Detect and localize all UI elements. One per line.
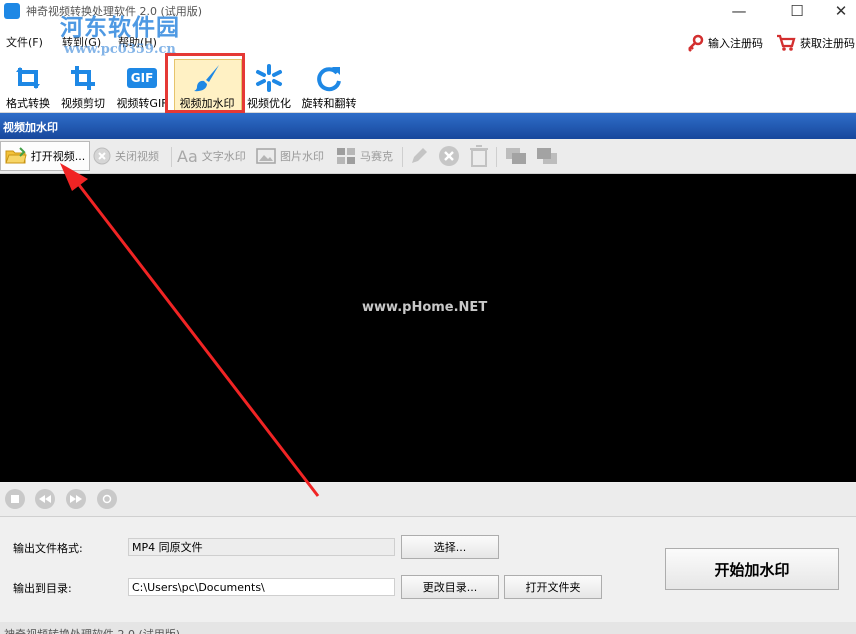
stop-button[interactable] [5,489,25,509]
section-header: 视频加水印 [0,113,856,139]
crop-icon [68,63,98,93]
rewind-icon [39,495,51,503]
tool-label: 视频优化 [247,97,291,110]
menu-file[interactable]: 文件(F) [6,34,43,50]
rewind-button[interactable] [35,489,55,509]
close-button[interactable]: ✕ [818,0,856,22]
stop-icon [11,495,19,503]
record-icon [102,494,112,504]
site-watermark-logo: 河东软件园 [60,14,180,41]
key-icon [688,34,704,52]
delete-circle-icon [439,146,459,166]
forward-button[interactable] [66,489,86,509]
rotate-icon [314,63,344,93]
playback-bar [0,483,856,516]
tool-label: 视频剪切 [61,97,105,110]
tool-format-convert[interactable]: 格式转换 [2,60,54,112]
tool-video-optimize[interactable]: 视频优化 [242,60,296,112]
text-watermark-button[interactable]: Aa 文字水印 [177,143,246,169]
choose-format-button[interactable]: 选择... [401,535,499,559]
separator [402,147,403,167]
tool-rotate-flip[interactable]: 旋转和翻转 [298,60,360,112]
mosaic-icon [337,148,355,164]
open-folder-button[interactable]: 打开文件夹 [504,575,602,599]
text-icon: Aa [177,146,198,166]
layer-front-icon [506,148,526,164]
clear-button[interactable] [469,143,489,169]
separator [171,147,172,167]
mosaic-button[interactable]: 马赛克 [336,143,393,169]
send-backward-button[interactable] [535,143,559,169]
output-directory-field[interactable]: C:\Users\pc\Documents\ [128,578,395,596]
section-title: 视频加水印 [3,121,58,134]
close-video-label: 关闭视频 [115,150,159,163]
optimize-icon [254,63,284,93]
video-overlay-watermark: www.pHome.NET [362,300,488,315]
separator [496,147,497,167]
image-watermark-button[interactable]: 图片水印 [256,143,324,169]
bring-forward-button[interactable] [504,143,528,169]
gif-icon: GIF [126,63,158,93]
tool-label: 旋转和翻转 [301,97,357,110]
video-preview-area[interactable]: www.pHome.NET [0,174,856,482]
image-icon [256,148,276,164]
close-video-button[interactable]: 关闭视频 [93,143,159,169]
app-icon [4,3,20,19]
image-watermark-label: 图片水印 [280,150,324,163]
layer-back-icon [537,148,557,164]
status-bar: 神奇视频转换处理软件 2.0 (试用版) [0,622,856,634]
tool-highlight-box [165,53,245,113]
output-settings-panel: 输出文件格式: MP4 同原文件 选择... 输出到目录: C:\Users\p… [0,516,856,619]
start-watermark-button[interactable]: 开始加水印 [665,548,839,590]
format-convert-icon [13,63,43,93]
gif-badge: GIF [126,68,158,88]
output-directory-label: 输出到目录: [13,582,72,595]
pencil-icon [412,148,427,163]
mosaic-label: 马赛克 [360,150,393,163]
tool-label: 视频转GIF [116,97,168,110]
minimize-button[interactable]: — [716,0,762,22]
text-watermark-label: 文字水印 [201,150,246,163]
tool-video-cut[interactable]: 视频剪切 [56,60,110,112]
folder-icon [5,147,27,164]
get-registration-link[interactable]: 获取注册码 [776,34,855,52]
snapshot-button[interactable] [97,489,117,509]
output-format-label: 输出文件格式: [13,542,83,555]
trash-icon [470,145,488,167]
open-video-button[interactable]: 打开视频... [0,141,90,171]
tool-video-to-gif[interactable]: GIF 视频转GIF [112,60,172,112]
change-directory-button[interactable]: 更改目录... [401,575,499,599]
open-video-label: 打开视频... [30,150,86,163]
maximize-button[interactable]: ☐ [774,0,820,22]
site-watermark-url: www.pc0359.cn [64,42,176,57]
enter-registration-link[interactable]: 输入注册码 [686,34,763,52]
watermark-toolbar: 打开视频... 关闭视频 Aa 文字水印 图片水印 马赛克 [0,139,856,174]
get-registration-label: 获取注册码 [800,37,855,50]
tool-label: 格式转换 [6,97,50,110]
delete-button[interactable] [438,143,460,169]
edit-button[interactable] [409,143,429,169]
output-format-field: MP4 同原文件 [128,538,395,556]
close-circle-icon [93,147,111,165]
enter-registration-label: 输入注册码 [708,37,763,50]
cart-icon [777,34,796,51]
status-text: 神奇视频转换处理软件 2.0 (试用版) [4,626,180,634]
forward-icon [70,495,82,503]
